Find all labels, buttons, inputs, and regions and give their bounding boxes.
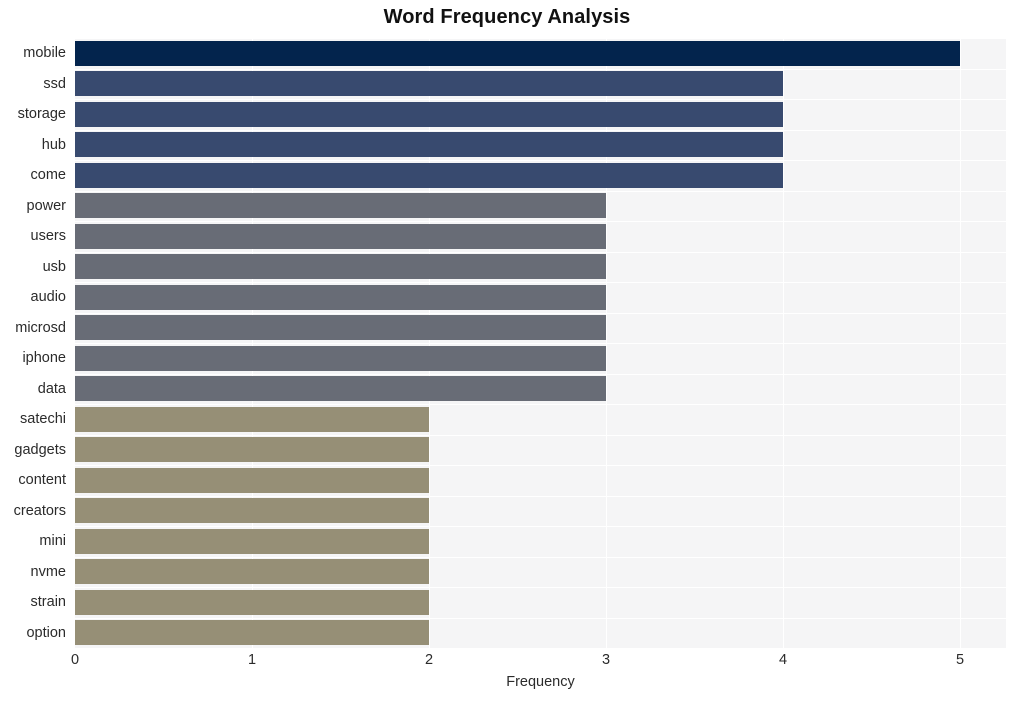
y-tick-label-content: content — [18, 472, 66, 489]
bar-satechi — [75, 406, 429, 432]
chart-title: Word Frequency Analysis — [383, 6, 631, 28]
y-tick-label-hub: hub — [41, 136, 66, 153]
y-tick-label-audio: audio — [30, 289, 66, 306]
gridline-horizontal — [75, 38, 1006, 40]
bar-iphone — [75, 345, 606, 371]
gridline-horizontal — [75, 251, 1006, 253]
gridline-horizontal — [75, 465, 1006, 467]
y-tick-label-storage: storage — [17, 106, 66, 123]
y-tick-label-come: come — [30, 167, 66, 184]
y-tick-label-strain: strain — [30, 594, 66, 611]
bar-option — [75, 620, 429, 646]
bar-data — [75, 376, 606, 402]
y-tick-label-mobile: mobile — [23, 45, 66, 62]
chart-figure: Word Frequency Analysis mobile ssd storage… — [0, 0, 1014, 701]
y-tick-label-data: data — [37, 380, 66, 397]
y-tick-label-nvme: nvme — [30, 563, 66, 580]
gridline-horizontal — [75, 343, 1006, 345]
gridline-horizontal — [75, 526, 1006, 528]
gridline-horizontal — [75, 434, 1006, 436]
gridline-horizontal — [75, 190, 1006, 192]
gridline-horizontal — [75, 99, 1006, 101]
bar-power — [75, 193, 606, 219]
y-tick-label-ssd: ssd — [43, 75, 66, 92]
bar-mini — [75, 528, 429, 554]
gridline-vertical — [783, 38, 785, 648]
y-tick-label-mini: mini — [39, 533, 66, 550]
x-tick-label-4: 4 — [778, 652, 788, 668]
bar-storage — [75, 101, 783, 127]
gridline-vertical — [606, 38, 608, 648]
gridline-vertical — [252, 38, 254, 648]
gridline-vertical — [429, 38, 431, 648]
gridline-horizontal — [75, 373, 1006, 375]
bar-content — [75, 467, 429, 493]
y-tick-label-creators: creators — [13, 502, 66, 519]
y-tick-label-option: option — [26, 624, 66, 641]
y-tick-label-microsd: microsd — [15, 319, 66, 336]
bar-mobile — [75, 40, 960, 66]
bar-come — [75, 162, 783, 188]
bar-nvme — [75, 559, 429, 585]
gridline-horizontal — [75, 617, 1006, 619]
x-axis-label: Frequency — [506, 674, 575, 690]
gridline-horizontal — [75, 221, 1006, 223]
bar-strain — [75, 589, 429, 615]
bar-ssd — [75, 71, 783, 97]
bar-usb — [75, 254, 606, 280]
gridline-horizontal — [75, 495, 1006, 497]
bar-users — [75, 223, 606, 249]
gridline-horizontal — [75, 160, 1006, 162]
gridline-horizontal — [75, 404, 1006, 406]
x-tick-label-2: 2 — [424, 652, 434, 668]
gridline-horizontal — [75, 556, 1006, 558]
x-tick-label-1: 1 — [247, 652, 257, 668]
y-tick-label-gadgets: gadgets — [14, 441, 66, 458]
gridline-horizontal — [75, 68, 1006, 70]
bar-microsd — [75, 315, 606, 341]
bar-gadgets — [75, 437, 429, 463]
bar-creators — [75, 498, 429, 524]
gridline-horizontal — [75, 587, 1006, 589]
y-tick-label-iphone: iphone — [22, 350, 66, 367]
gridline-horizontal — [75, 312, 1006, 314]
x-tick-label-5: 5 — [955, 652, 965, 668]
gridline-horizontal — [75, 129, 1006, 131]
y-tick-label-power: power — [26, 197, 67, 214]
y-tick-label-satechi: satechi — [20, 411, 66, 428]
y-tick-label-users: users — [30, 228, 66, 245]
gridline-horizontal — [75, 282, 1006, 284]
plot-area — [75, 38, 1006, 648]
x-tick-label-0: 0 — [70, 652, 80, 668]
bar-audio — [75, 284, 606, 310]
y-tick-label-usb: usb — [42, 258, 66, 275]
gridline-vertical — [960, 38, 962, 648]
x-tick-label-3: 3 — [601, 652, 611, 668]
bar-hub — [75, 132, 783, 158]
